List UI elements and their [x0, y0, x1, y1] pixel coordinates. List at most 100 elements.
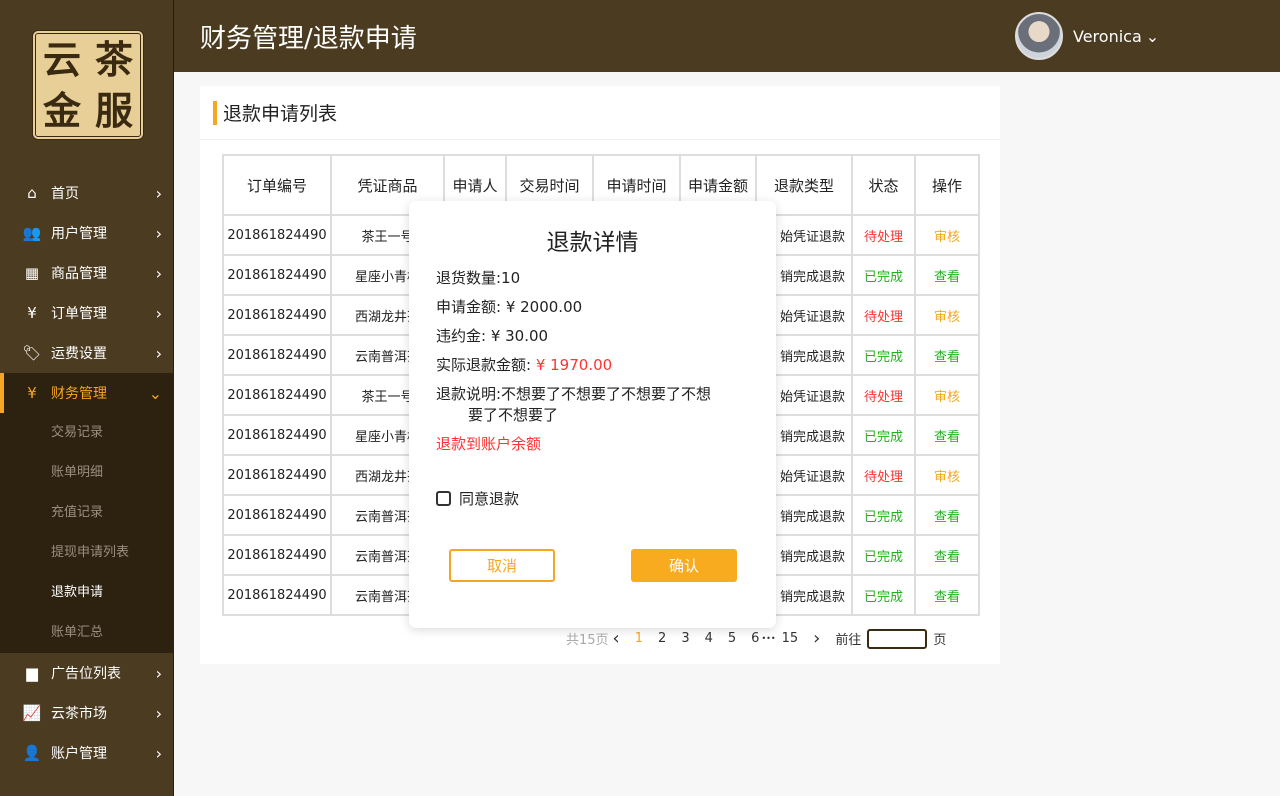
page-3[interactable]: 3 [681, 631, 689, 646]
column-header: 操作 [914, 154, 980, 216]
refund-quantity: 退货数量:10 [436, 269, 521, 287]
actual-refund: 实际退款金额: ¥ 1970.00 [436, 356, 613, 374]
status-badge: 已完成 [851, 494, 916, 536]
sidebar-item-label: 用户管理 [51, 226, 107, 242]
sidebar-item-2[interactable]: ▦ 商品管理 › [0, 253, 174, 293]
yen-box-icon: ¥ [27, 304, 37, 322]
sidebar-item-0[interactable]: ⌂ 首页 › [0, 173, 174, 213]
tag-icon: 🏷 [22, 344, 42, 362]
status-badge: 已完成 [851, 334, 916, 376]
users-icon: 👥 [22, 224, 42, 242]
sidebar-item-b2[interactable]: 👤 账户管理 › [0, 733, 174, 773]
column-header: 状态 [851, 154, 916, 216]
refund-reason: 退款说明:不想要了不想要了不想要了不想 要了不想要了 [436, 385, 712, 424]
home-icon: ⌂ [27, 184, 37, 202]
chevron-right-icon: › [155, 303, 162, 323]
shop-icon: ▆ [26, 664, 38, 682]
chevron-right-icon: › [155, 703, 162, 723]
ellipsis: ••• [761, 634, 776, 643]
order-id: 201861824490 [222, 214, 332, 256]
column-header: 订单编号 [222, 154, 332, 216]
sidebar: 云茶金服 ⌂ 首页 › 👥 用户管理 › ▦ 商品管理 › ¥ 订单管理 › 🏷 运费设置 › ¥ 财务管理 ⌄ 交… [0, 0, 174, 796]
sidebar-item-5[interactable]: ¥ 财务管理 ⌄ [0, 373, 174, 413]
view-link[interactable]: 查看 [914, 334, 980, 376]
prev-page-button[interactable]: ‹ [613, 628, 620, 649]
page-4[interactable]: 4 [705, 631, 713, 646]
order-id: 201861824490 [222, 534, 332, 576]
status-badge: 已完成 [851, 254, 916, 296]
submenu-item[interactable]: 账单汇总 [0, 613, 174, 653]
page-unit: 页 [933, 633, 947, 648]
user-name: Veronica [1073, 26, 1142, 46]
sidebar-item-3[interactable]: ¥ 订单管理 › [0, 293, 174, 333]
goto-page-input[interactable] [867, 628, 928, 649]
page-title: 财务管理/退款申请 [200, 24, 417, 54]
confirm-button[interactable]: 确认 [631, 549, 737, 582]
chevron-right-icon: › [155, 263, 162, 283]
submenu-item[interactable]: 充值记录 [0, 493, 174, 533]
accent-bar [213, 100, 217, 125]
sidebar-item-4[interactable]: 🏷 运费设置 › [0, 333, 174, 373]
review-link[interactable]: 审核 [914, 214, 980, 256]
submenu-item[interactable]: 退款申请 [0, 573, 174, 613]
grid-icon: ▦ [24, 264, 40, 282]
penalty: 违约金: ¥ 30.00 [436, 327, 549, 345]
page-total: 共15页 [566, 633, 609, 648]
status-badge: 已完成 [851, 574, 916, 616]
cancel-button[interactable]: 取消 [449, 549, 555, 582]
view-link[interactable]: 查看 [914, 414, 980, 456]
next-page-button[interactable]: › [813, 628, 820, 649]
user-menu[interactable]: Veronica ⌄ [1015, 12, 1159, 60]
goto-label: 前往 [835, 633, 862, 648]
page-1[interactable]: 1 [635, 631, 643, 646]
submenu-item[interactable]: 账单明细 [0, 453, 174, 493]
card-title: 退款申请列表 [223, 103, 338, 125]
page-6[interactable]: 6 [751, 631, 759, 646]
sidebar-item-label: 云茶市场 [51, 706, 107, 722]
page-2[interactable]: 2 [658, 631, 666, 646]
submenu-item[interactable]: 提现申请列表 [0, 533, 174, 573]
chevron-right-icon: › [155, 343, 162, 363]
page-5[interactable]: 5 [728, 631, 736, 646]
review-link[interactable]: 审核 [914, 454, 980, 496]
avatar [1015, 12, 1063, 60]
chevron-down-icon: ⌄ [1145, 26, 1160, 46]
sidebar-item-b1[interactable]: 📈 云茶市场 › [0, 693, 174, 733]
order-id: 201861824490 [222, 574, 332, 616]
view-link[interactable]: 查看 [914, 574, 980, 616]
chevron-right-icon: › [155, 183, 162, 203]
sidebar-item-b0[interactable]: ▆ 广告位列表 › [0, 653, 174, 693]
chevron-right-icon: › [155, 663, 162, 683]
order-id: 201861824490 [222, 254, 332, 296]
pagination: 共15页 ‹ 1 2 3 4 5 6 ••• 15 › 前往 页 [566, 628, 961, 649]
status-badge: 已完成 [851, 414, 916, 456]
review-link[interactable]: 审核 [914, 294, 980, 336]
status-badge: 待处理 [851, 374, 916, 416]
order-id: 201861824490 [222, 334, 332, 376]
logo: 云茶金服 [32, 30, 144, 140]
sidebar-item-label: 广告位列表 [51, 666, 121, 682]
apply-amount: 申请金额: ¥ 2000.00 [436, 298, 583, 316]
sidebar-item-label: 订单管理 [51, 306, 107, 322]
order-id: 201861824490 [222, 494, 332, 536]
order-id: 201861824490 [222, 454, 332, 496]
agree-refund-checkbox[interactable]: 同意退款 [436, 488, 519, 509]
view-link[interactable]: 查看 [914, 254, 980, 296]
refund-detail-modal: 退款详情 退货数量:10 申请金额: ¥ 2000.00 违约金: ¥ 30.0… [409, 201, 776, 628]
sidebar-item-1[interactable]: 👥 用户管理 › [0, 213, 174, 253]
submenu-item[interactable]: 交易记录 [0, 413, 174, 453]
sidebar-item-label: 首页 [51, 186, 79, 202]
status-badge: 待处理 [851, 214, 916, 256]
review-link[interactable]: 审核 [914, 374, 980, 416]
chart-icon: 📈 [22, 704, 42, 722]
view-link[interactable]: 查看 [914, 494, 980, 536]
refund-destination: 退款到账户余额 [436, 435, 542, 453]
sidebar-item-label: 运费设置 [51, 346, 107, 362]
view-link[interactable]: 查看 [914, 534, 980, 576]
modal-title: 退款详情 [546, 230, 639, 256]
sidebar-menu: ⌂ 首页 › 👥 用户管理 › ▦ 商品管理 › ¥ 订单管理 › 🏷 运费设置 › ¥ 财务管理 ⌄ 交易记录 账单… [0, 173, 174, 773]
page-15[interactable]: 15 [782, 631, 799, 646]
order-id: 201861824490 [222, 294, 332, 336]
order-id: 201861824490 [222, 374, 332, 416]
sidebar-item-label: 商品管理 [51, 266, 107, 282]
